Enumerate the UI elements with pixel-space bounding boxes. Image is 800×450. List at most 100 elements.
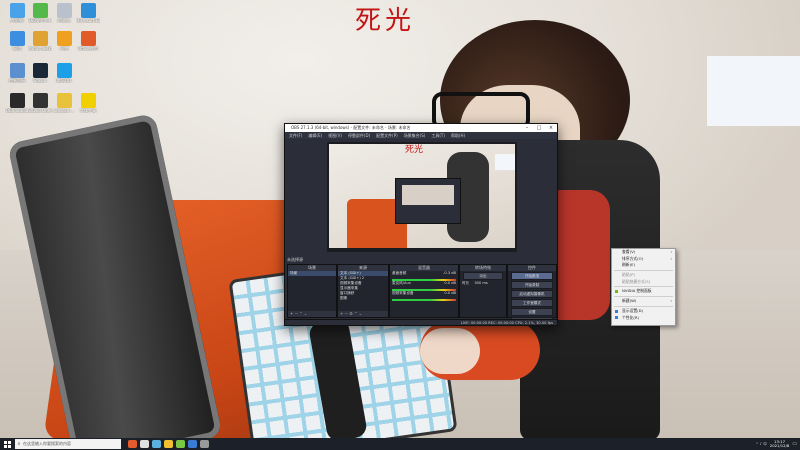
- app-icon: [56, 63, 72, 78]
- taskbar-apps: [125, 440, 209, 448]
- taskbar-app-icon[interactable]: [188, 440, 197, 448]
- mixer-channel: 麦克风/Aux 0.0 dB: [390, 281, 458, 291]
- transitions-dock: 转场特效 淡出 时长 300 ms: [459, 264, 507, 318]
- desktop-icon[interactable]: 此电脑: [5, 3, 29, 23]
- desktop-icon-label: 迅雷: [60, 46, 68, 51]
- context-menu-item[interactable]: 新建(W) ›: [612, 298, 675, 305]
- desktop-icon[interactable]: 迅雷: [52, 31, 76, 51]
- taskbar-app-icon[interactable]: [152, 440, 161, 448]
- app-icon: [32, 3, 48, 18]
- obs-menu-item[interactable]: 配置文件(P): [376, 133, 398, 139]
- app-icon: [56, 31, 72, 46]
- desktop-icon-label: 控制面板: [9, 78, 25, 83]
- context-menu-item[interactable]: 排序方式(O) ›: [612, 256, 675, 263]
- maximize-icon[interactable]: □: [533, 125, 545, 131]
- mixer-channel-db: 0.0 dB: [444, 291, 456, 295]
- control-button[interactable]: 工作室模式: [511, 299, 553, 307]
- duration-value[interactable]: 300 ms: [474, 281, 487, 285]
- start-button[interactable]: [0, 438, 14, 450]
- desktop-icon[interactable]: Steam: [28, 63, 52, 83]
- obs-menu-item[interactable]: 工具(T): [431, 133, 445, 139]
- notification-icon[interactable]: ▭: [792, 441, 797, 447]
- taskbar-app-icon[interactable]: [164, 440, 173, 448]
- desktop-icon-label: 360安全卫士: [28, 18, 52, 23]
- tray-icons[interactable]: ^ ♪ 中: [756, 442, 767, 447]
- desktop-icon[interactable]: 字体工具: [76, 93, 100, 113]
- obs-menu-item[interactable]: 停靠部件(D): [348, 133, 370, 139]
- menu-separator: [614, 296, 673, 298]
- control-button[interactable]: 启动虚拟摄像机: [511, 290, 553, 298]
- scene-item[interactable]: 场景: [288, 271, 336, 276]
- desktop-icon[interactable]: 控制面板: [5, 63, 29, 83]
- context-menu-item[interactable]: NVIDIA 控制面板: [612, 288, 675, 295]
- taskbar: ⌕ 在这里输入你要搜索的内容 ^ ♪ 中 13:17 2021/12/8 ▭: [0, 438, 800, 450]
- sources-dock: 来源 文本 (GDI+) 文本 (GDI+) 2 视频采集设备 显示器采集 窗口捕获 图像…: [337, 264, 389, 318]
- obs-menu-bar: 文件(F) 编辑(E) 视图(V) 停靠部件(D) 配置文件(P) 场景集合(S) 工具(T…: [285, 132, 557, 139]
- app-icon: [32, 31, 48, 46]
- desktop-icon-label: 网络: [13, 46, 21, 51]
- desktop-icon-label: 回收站: [58, 18, 70, 23]
- close-icon[interactable]: ×: [545, 125, 557, 131]
- obs-preview[interactable]: 死光: [327, 142, 517, 252]
- control-button[interactable]: 设置: [511, 308, 553, 316]
- obs-menu-item[interactable]: 帮助(H): [451, 133, 465, 139]
- context-menu-label: 显示设置(D): [622, 307, 644, 313]
- control-button[interactable]: 开始录制: [511, 281, 553, 289]
- context-menu-label: 查看(V): [622, 249, 636, 254]
- volume-meter[interactable]: [392, 299, 456, 301]
- mixer-channel-row: 桌面音频 -0.3 dB: [390, 271, 458, 276]
- obs-menu-item[interactable]: 视图(V): [328, 133, 342, 139]
- control-button[interactable]: 开始推流: [511, 272, 553, 280]
- taskbar-app-icon[interactable]: [140, 440, 149, 448]
- app-icon: [32, 93, 48, 108]
- context-menu-label: 粘贴快捷方式(S): [622, 278, 651, 284]
- context-menu-item[interactable]: 个性化(R): [612, 315, 675, 322]
- context-menu-item[interactable]: 显示设置(D): [612, 308, 675, 315]
- transition-select[interactable]: 淡出: [463, 272, 503, 280]
- clock-date: 2021/12/8: [769, 443, 790, 448]
- app-icon: [80, 31, 96, 46]
- duration-label: 时长: [462, 281, 470, 285]
- sources-toolbar[interactable]: + − ⚙ ⌃ ⌄: [338, 311, 388, 317]
- obs-title-bar[interactable]: OBS 27.1.3 (64-bit, windows) - 配置文件: 未命名…: [285, 124, 557, 132]
- obs-menu-item[interactable]: 场景集合(S): [404, 133, 426, 139]
- controls-dock: 控件 开始推流开始录制启动虚拟摄像机工作室模式设置退出: [507, 264, 557, 325]
- preview-nested-obs: [395, 178, 461, 224]
- obs-status-bar: LIVE: 00:00:00 REC: 00:00:00 CPU: 2.1%, …: [285, 319, 557, 325]
- submenu-arrow-icon: ›: [670, 298, 672, 304]
- desktop-icon[interactable]: 腾讯QQ: [52, 63, 76, 83]
- minimize-icon[interactable]: –: [521, 125, 533, 131]
- context-menu-item[interactable]: 查看(V) ›: [612, 249, 675, 256]
- mixer-dock: 混音器 桌面音频 -0.3 dB 麦克风/Aux 0.0 dB 视频采集设备 0.0 dB: [389, 264, 459, 318]
- app-icon: [80, 3, 96, 18]
- desktop-icon[interactable]: OBS Studio: [5, 93, 29, 113]
- taskbar-app-icon[interactable]: [128, 440, 137, 448]
- taskbar-app-icon[interactable]: [176, 440, 185, 448]
- desktop-icon[interactable]: Office应用: [76, 31, 100, 51]
- obs-menu-item[interactable]: 文件(F): [289, 133, 302, 139]
- desktop-icon-label: dnmp_desktop: [28, 46, 52, 51]
- obs-window[interactable]: OBS 27.1.3 (64-bit, windows) - 配置文件: 未命名…: [284, 123, 558, 326]
- wallpaper-figure-hand: [420, 328, 480, 374]
- obs-menu-item[interactable]: 编辑(E): [308, 133, 322, 139]
- desktop-icon[interactable]: Studio One 5: [28, 93, 52, 113]
- desktop-icon[interactable]: 回收站: [52, 3, 76, 23]
- desktop-icon-label: OBS Studio: [5, 108, 29, 113]
- source-item[interactable]: 图像: [338, 296, 388, 301]
- desktop-icon[interactable]: 360安全卫士: [28, 3, 52, 23]
- context-menu-label: 刷新(E): [622, 262, 635, 268]
- desktop-icon[interactable]: Microsoft Edge: [76, 3, 100, 23]
- transitions-header: 转场特效: [460, 265, 506, 271]
- desktop-icon[interactable]: proseco-...: [52, 93, 76, 113]
- desktop-icon[interactable]: 网络: [5, 31, 29, 51]
- search-box[interactable]: ⌕ 在这里输入你要搜索的内容: [15, 439, 121, 449]
- desktop-icon[interactable]: dnmp_desktop: [28, 31, 52, 51]
- context-menu-item[interactable]: 刷新(E): [612, 262, 675, 269]
- context-menu-item: 粘贴快捷方式(S): [612, 279, 675, 286]
- submenu-arrow-icon: ›: [670, 249, 672, 254]
- context-menu-label: NVIDIA 控制面板: [622, 288, 652, 294]
- taskbar-app-icon[interactable]: [200, 440, 209, 448]
- scenes-toolbar[interactable]: + − ⌃ ⌄: [288, 311, 336, 317]
- clock[interactable]: 13:17 2021/12/8: [769, 439, 790, 449]
- menu-item-icon: [615, 290, 618, 294]
